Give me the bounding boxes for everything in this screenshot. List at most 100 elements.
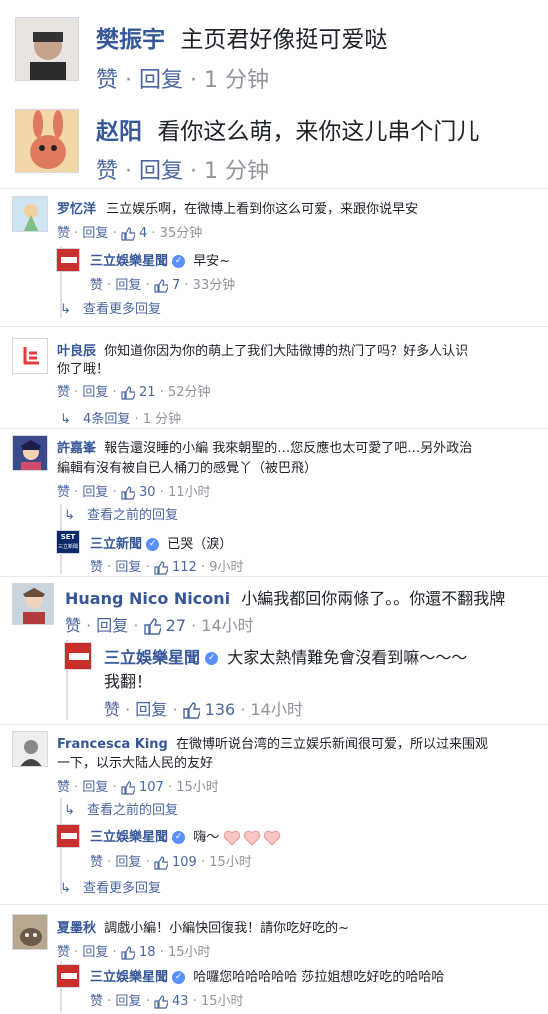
reply-text: 早安~	[193, 254, 231, 269]
reply-link[interactable]: 回复	[115, 278, 141, 293]
like-link[interactable]: 赞	[104, 700, 120, 719]
reply-link[interactable]: 回复	[96, 616, 128, 635]
timestamp[interactable]: 15小时	[168, 945, 211, 960]
reply-text: 哈囉您哈哈哈哈哈 莎拉姐想吃好吃的哈哈哈	[193, 970, 445, 985]
like-link[interactable]: 赞	[90, 560, 103, 575]
reply-link[interactable]: 回复	[82, 485, 108, 500]
view-more-replies-link[interactable]: 查看更多回复	[83, 302, 161, 317]
comment-text: 你知道你因为你的萌上了我们大陆微博的热门了吗？好多人认识	[104, 344, 469, 359]
avatar[interactable]	[12, 731, 48, 767]
view-replies-link[interactable]: 4条回复	[83, 412, 130, 427]
like-count[interactable]: 109	[172, 855, 197, 870]
avatar[interactable]	[56, 824, 80, 848]
like-link[interactable]: 赞	[57, 780, 70, 795]
timestamp[interactable]: 15小时	[176, 780, 219, 795]
avatar[interactable]	[12, 338, 48, 374]
page-name[interactable]: 三立新聞	[90, 537, 142, 552]
comment-text: 編輯有沒有被自已人桶刀的感覺丫（被巴飛）	[57, 461, 318, 476]
avatar[interactable]	[12, 583, 54, 625]
page-name[interactable]: 三立娛樂星聞	[90, 970, 168, 985]
timestamp[interactable]: 9小时	[209, 560, 243, 575]
reply-link[interactable]: 回复	[115, 560, 141, 575]
timestamp[interactable]: 1 分钟	[143, 412, 181, 427]
reply-link[interactable]: 回复	[82, 945, 108, 960]
hearts-emoji-icon	[224, 830, 281, 846]
reply-link[interactable]: 回复	[139, 159, 183, 184]
reply-link[interactable]: 回复	[82, 780, 108, 795]
like-link[interactable]: 赞	[90, 994, 103, 1009]
commenter-name[interactable]: 夏墨秋	[57, 921, 96, 936]
avatar[interactable]	[12, 914, 48, 950]
like-count[interactable]: 112	[172, 560, 197, 575]
reply-link[interactable]: 回复	[135, 700, 167, 719]
avatar[interactable]	[56, 248, 80, 272]
anime-avatar-icon	[13, 436, 47, 470]
commenter-name[interactable]: 許嘉峯	[57, 441, 96, 456]
reply-link[interactable]: 回复	[82, 226, 108, 241]
reply-link[interactable]: 回复	[115, 994, 141, 1009]
like-link[interactable]: 赞	[57, 226, 70, 241]
page-name[interactable]: 三立娛樂星聞	[90, 830, 168, 845]
avatar[interactable]	[64, 642, 92, 670]
like-link[interactable]: 赞	[90, 855, 103, 870]
avatar[interactable]	[12, 196, 48, 232]
like-link[interactable]: 赞	[96, 159, 118, 184]
avatar[interactable]: SET 三立新聞	[56, 530, 80, 554]
like-count[interactable]: 43	[172, 994, 189, 1009]
commenter-name[interactable]: 罗忆洋	[57, 202, 96, 217]
timestamp[interactable]: 14小时	[250, 700, 302, 719]
like-link[interactable]: 赞	[96, 68, 118, 93]
view-more-replies-link[interactable]: 查看更多回复	[83, 881, 161, 896]
reply-link[interactable]: 回复	[115, 855, 141, 870]
page-name[interactable]: 三立娛樂星聞	[90, 254, 168, 269]
timestamp[interactable]: 15小时	[201, 994, 244, 1009]
view-previous-replies-link[interactable]: 查看之前的回复	[87, 803, 178, 818]
commenter-name[interactable]: Francesca King	[57, 737, 168, 752]
reply-link[interactable]: 回复	[82, 385, 108, 400]
like-count[interactable]: 18	[139, 945, 156, 960]
like-link[interactable]: 赞	[57, 385, 70, 400]
view-previous-replies-link[interactable]: 查看之前的回复	[87, 508, 178, 523]
commenter-name[interactable]: 叶良辰	[57, 344, 96, 359]
avatar[interactable]	[15, 17, 79, 81]
avatar[interactable]	[56, 964, 80, 988]
divider	[0, 428, 548, 429]
timestamp[interactable]: 15小时	[209, 855, 252, 870]
like-thumb-icon	[143, 618, 161, 635]
like-link[interactable]: 赞	[57, 485, 70, 500]
like-thumb-icon	[121, 226, 135, 241]
reply-link[interactable]: 回复	[139, 68, 183, 93]
set-logo-icon	[65, 643, 91, 669]
commenter-name[interactable]: 樊振宇	[96, 27, 165, 53]
like-count[interactable]: 4	[139, 226, 147, 241]
commenter-name[interactable]: Huang Nico Niconi	[65, 589, 230, 608]
timestamp[interactable]: 1 分钟	[204, 159, 269, 184]
bunny-avatar-icon	[16, 110, 78, 172]
timestamp[interactable]: 11小时	[168, 485, 211, 500]
avatar[interactable]	[12, 435, 48, 471]
commenter-name[interactable]: 赵阳	[96, 119, 142, 145]
like-count[interactable]: 7	[172, 278, 180, 293]
reply-text: 已哭（淚）	[167, 537, 233, 552]
like-count[interactable]: 107	[139, 780, 164, 795]
timestamp[interactable]: 1 分钟	[204, 68, 269, 93]
divider	[0, 904, 548, 905]
comment-text: 三立娱乐啊，在微博上看到你这么可爱，来跟你说早安	[106, 202, 419, 217]
like-count[interactable]: 21	[139, 385, 156, 400]
like-count[interactable]: 27	[166, 616, 186, 635]
timestamp[interactable]: 52分钟	[168, 385, 211, 400]
timestamp[interactable]: 35分钟	[160, 226, 203, 241]
timestamp[interactable]: 14小时	[201, 616, 253, 635]
like-count[interactable]: 136	[205, 700, 236, 719]
like-thumb-icon	[121, 485, 135, 500]
divider	[0, 326, 548, 327]
like-count[interactable]: 30	[139, 485, 156, 500]
page-name[interactable]: 三立娛樂星聞	[104, 648, 200, 667]
reply-arrow-icon: ↳	[60, 412, 71, 427]
like-thumb-icon	[121, 780, 135, 795]
like-link[interactable]: 赞	[90, 278, 103, 293]
avatar[interactable]	[15, 109, 79, 173]
like-link[interactable]: 赞	[65, 616, 81, 635]
timestamp[interactable]: 33分钟	[193, 278, 236, 293]
like-link[interactable]: 赞	[57, 945, 70, 960]
